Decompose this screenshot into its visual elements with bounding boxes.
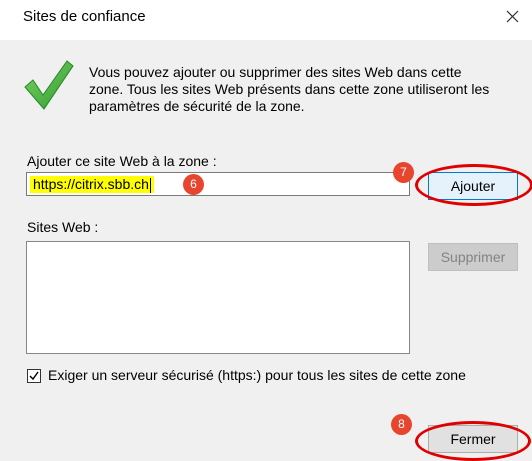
https-requirement-label: Exiger un serveur sécurisé (https:) pour… (48, 367, 466, 383)
remove-button[interactable]: Supprimer (428, 243, 518, 271)
highlight-ring-close (415, 421, 531, 461)
sites-label: Sites Web : (27, 219, 99, 235)
checkmark-icon (24, 60, 74, 110)
close-icon (506, 10, 519, 23)
close-window-button[interactable] (492, 0, 532, 40)
checkbox-check-icon (29, 371, 39, 381)
window-title: Sites de confiance (23, 8, 146, 25)
https-checkbox[interactable] (27, 369, 41, 383)
step-badge-7: 7 (393, 162, 414, 183)
info-line: paramètres de sécurité de la zone. (89, 98, 305, 114)
text-cursor (149, 177, 151, 193)
add-site-label: Ajouter ce site Web à la zone : (27, 153, 217, 169)
step-badge-8: 8 (391, 414, 412, 435)
title-bar: Sites de confiance (0, 0, 532, 40)
info-text: Vous pouvez ajouter ou supprimer des sit… (89, 64, 529, 115)
info-line: Vous pouvez ajouter ou supprimer des sit… (89, 64, 462, 80)
site-url-input[interactable]: https://citrix.sbb.ch (26, 172, 410, 196)
sites-list[interactable] (26, 241, 410, 354)
info-line: zone. Tous les sites Web présents dans c… (89, 81, 490, 97)
url-value: https://citrix.sbb.ch (33, 176, 149, 192)
url-highlight: https://citrix.sbb.ch (30, 176, 154, 193)
highlight-ring-add (415, 164, 532, 206)
step-badge-6: 6 (183, 174, 204, 195)
